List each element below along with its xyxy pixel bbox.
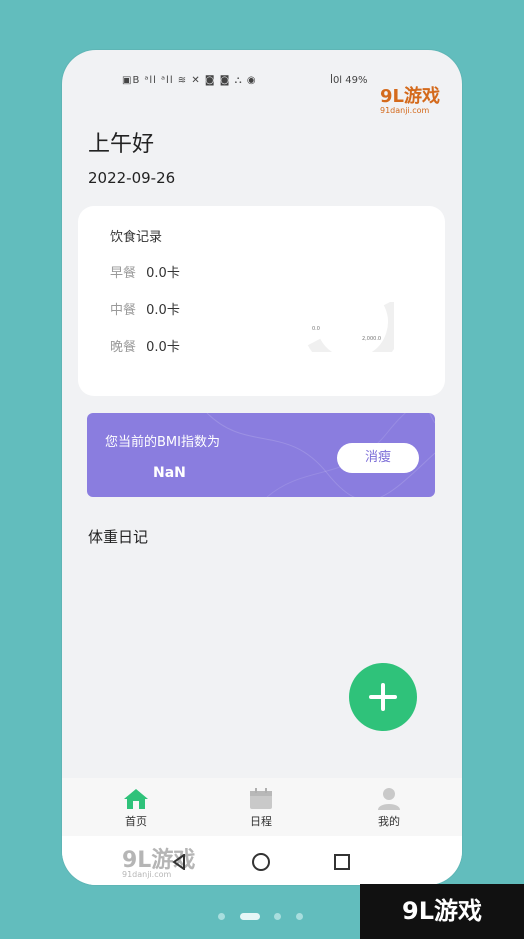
weight-diary-title: 体重日记	[88, 528, 149, 546]
calendar-icon	[250, 788, 272, 809]
page-dot	[218, 913, 225, 920]
phone-screen: ▣B ᵃll ᵃll ≋ ✕ ◙ ◙ ⛬ ◉ ꟾ0l 49% 9L游戏 91da…	[62, 50, 462, 885]
home-button-icon[interactable]	[252, 853, 270, 871]
meal-calories: 0.0卡	[146, 266, 180, 281]
user-icon	[378, 788, 400, 810]
tab-schedule[interactable]: 日程	[231, 788, 291, 829]
page-dot	[296, 913, 303, 920]
page-dot-active	[240, 913, 260, 920]
home-icon	[124, 789, 148, 809]
gauge-max-label: 2,000.0	[362, 336, 382, 342]
meal-row-dinner: 晚餐 0.0卡	[110, 336, 180, 355]
watermark-corner: 9L游戏	[360, 884, 524, 939]
meal-label: 早餐	[110, 266, 137, 281]
system-nav-bar: 9L游戏 91danji.com	[62, 836, 462, 885]
bmi-category-button[interactable]: 消瘦	[337, 443, 419, 473]
add-weight-button[interactable]	[349, 663, 417, 731]
gauge-min-label: 0.0	[312, 326, 320, 332]
bottom-tab-bar: 首页 日程 我的	[62, 778, 462, 836]
gauge-track	[307, 302, 394, 352]
watermark-top-brand: 9L游戏	[380, 86, 440, 107]
watermark-top-url: 91danji.com	[380, 106, 430, 115]
watermark-top: 9L游戏 91danji.com	[380, 82, 440, 115]
greeting-title: 上午好	[88, 132, 155, 157]
diet-card-title: 饮食记录	[110, 230, 163, 245]
current-date: 2022-09-26	[88, 169, 176, 187]
bmi-card: 您当前的BMI指数为 NaN 消瘦	[87, 413, 435, 497]
bmi-value: NaN	[153, 465, 186, 481]
meal-row-breakfast: 早餐 0.0卡	[110, 262, 180, 281]
recent-apps-icon[interactable]	[334, 854, 350, 870]
bmi-label: 您当前的BMI指数为	[105, 435, 220, 450]
meal-label: 晚餐	[110, 340, 137, 355]
tab-label: 首页	[125, 815, 147, 828]
back-icon[interactable]	[172, 854, 186, 870]
status-icons-left: ▣B ᵃll ᵃll ≋ ✕ ◙ ◙ ⛬ ◉	[122, 75, 257, 86]
meal-row-lunch: 中餐 0.0卡	[110, 299, 180, 318]
page-dot	[274, 913, 281, 920]
status-bar: ▣B ᵃll ᵃll ≋ ✕ ◙ ◙ ⛬ ◉ ꟾ0l 49% 9L游戏 91da…	[62, 70, 462, 115]
diet-record-card[interactable]: 饮食记录 早餐 0.0卡 中餐 0.0卡 晚餐 0.0卡 0.0 2,000.0	[78, 206, 445, 396]
meal-label: 中餐	[110, 303, 137, 318]
meal-calories: 0.0卡	[146, 303, 180, 318]
tab-label: 日程	[250, 815, 272, 828]
tab-home[interactable]: 首页	[106, 788, 166, 829]
status-icons-right: ꟾ0l 49%	[330, 75, 368, 86]
tab-profile[interactable]: 我的	[359, 788, 419, 829]
meal-calories: 0.0卡	[146, 340, 180, 355]
tab-label: 我的	[378, 815, 400, 828]
